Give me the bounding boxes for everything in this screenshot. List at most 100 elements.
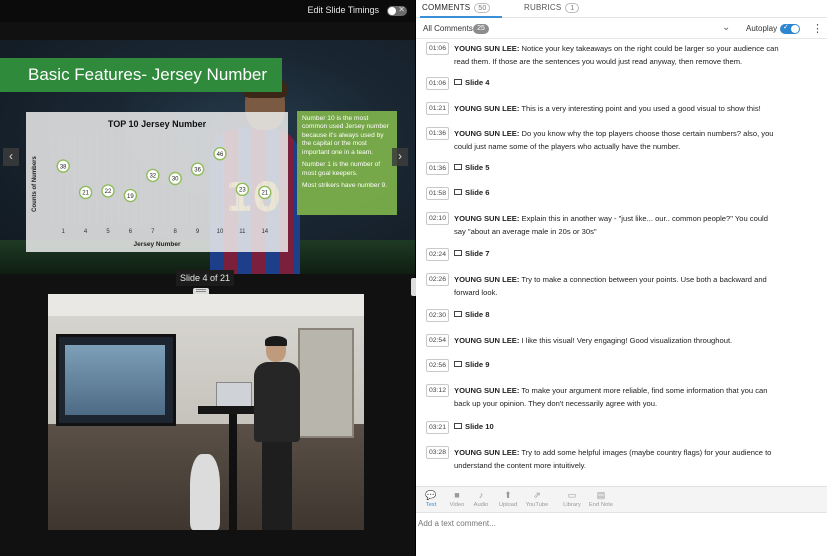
autoplay-toggle[interactable]: ✓	[780, 24, 800, 34]
comment-author: YOUNG SUN LEE:	[454, 104, 520, 113]
jersey-chart-svg: TOP 10 Jersey Number Counts of Numbers Jer…	[32, 119, 277, 248]
presenter-legs	[262, 440, 292, 530]
slide-viewer: 10 Basic Features- Jersey Number TOP 10 …	[0, 40, 415, 274]
slide-marker: Slide 6	[454, 188, 489, 197]
toolbar-end-note-button[interactable]: ▤ End Note	[588, 489, 614, 509]
slide-marker-label: Slide 8	[465, 310, 490, 319]
comment-filter-bar: All Comments 25 ⌄ Autoplay ✓ ⋮	[416, 19, 827, 39]
chart-title: TOP 10 Jersey Number	[108, 119, 207, 129]
timestamp-button[interactable]: 01:36	[426, 127, 449, 140]
toolbar-label: Text	[425, 502, 437, 508]
slide-marker-label: Slide 6	[465, 188, 490, 197]
comment-text: YOUNG SUN LEE: I like this visual! Very …	[454, 335, 779, 348]
comment-text: YOUNG SUN LEE: Try to make a connection …	[454, 274, 779, 299]
slide-marker: Slide 9	[454, 360, 489, 369]
comment-filter-select[interactable]: All Comments	[423, 24, 473, 33]
chart-x-tick: 1	[62, 229, 66, 235]
timestamp-button[interactable]: 02:10	[426, 212, 449, 225]
tab-rubrics[interactable]: RUBRICS 1	[524, 3, 580, 13]
chart-data-label: 23	[239, 188, 246, 194]
slide-marker: Slide 8	[454, 310, 489, 319]
timestamp-button[interactable]: 01:36	[426, 162, 449, 175]
presenter-body	[254, 362, 300, 442]
comment-text: YOUNG SUN LEE: Notice your key takeaways…	[454, 43, 779, 68]
chart-x-tick: 5	[106, 229, 110, 235]
timestamp-button[interactable]: 02:30	[426, 309, 449, 322]
comment-text: YOUNG SUN LEE: Try to add some helpful i…	[454, 447, 779, 472]
autoplay-label: Autoplay	[746, 24, 778, 33]
edit-slide-timings-toggle[interactable]: ✕	[387, 5, 407, 16]
microphone-icon: ♪	[478, 490, 484, 500]
slide-counter: Slide 4 of 21	[176, 270, 234, 286]
comment-author: YOUNG SUN LEE:	[454, 386, 520, 395]
text-comment-input[interactable]	[418, 516, 818, 530]
toolbar-text-button[interactable]: 💬 Text	[418, 489, 444, 509]
timestamp-button[interactable]: 03:21	[426, 421, 449, 434]
chart-x-tick: 9	[196, 229, 200, 235]
timestamp-button[interactable]: 02:26	[426, 273, 449, 286]
slide-marker: Slide 4	[454, 78, 489, 87]
chart-y-label: Counts of Numbers	[32, 156, 38, 212]
next-slide-button[interactable]: ›	[392, 148, 408, 166]
chart-data-label: 21	[261, 191, 268, 197]
toolbar-library-button[interactable]: ▭ Library	[559, 489, 585, 509]
external-link-icon: ⇗	[533, 490, 541, 500]
tab-rubrics-label: RUBRICS	[524, 3, 562, 12]
presentation-icon	[454, 79, 462, 85]
toolbar-youtube-button[interactable]: ⇗ YouTube	[524, 489, 550, 509]
slide-marker: Slide 10	[454, 422, 494, 431]
presentation-icon	[454, 164, 462, 170]
slide-marker-label: Slide 10	[465, 422, 494, 431]
toolbar-video-button[interactable]: ■ Video	[444, 489, 470, 509]
slide-marker-label: Slide 9	[465, 360, 490, 369]
timestamp-button[interactable]: 01:21	[426, 102, 449, 115]
toolbar-audio-button[interactable]: ♪ Audio	[468, 489, 494, 509]
chevron-down-icon[interactable]: ⌄	[722, 22, 730, 33]
active-tab-indicator	[420, 16, 502, 18]
toolbar-label: Audio	[473, 502, 489, 508]
timestamp-button[interactable]: 02:54	[426, 334, 449, 347]
presenter-video[interactable]	[48, 294, 364, 530]
slide-note-line: Number 1 is the number of most goal keep…	[302, 161, 381, 177]
chart-x-tick: 4	[84, 229, 88, 235]
timestamp-button[interactable]: 01:06	[426, 77, 449, 90]
comment-list[interactable]: 01:06 YOUNG SUN LEE: Notice your key take…	[416, 40, 827, 486]
tab-rubrics-count: 1	[565, 3, 580, 13]
chart-data-label: 21	[82, 191, 89, 197]
chart-x-tick: 6	[129, 229, 133, 235]
chart-data-label: 19	[127, 194, 134, 200]
toolbar-upload-button[interactable]: ⬆ Upload	[495, 489, 521, 509]
video-statue	[190, 454, 220, 530]
chart-data-label: 32	[149, 174, 156, 180]
document-icon: ▤	[596, 490, 606, 500]
timestamp-button[interactable]: 01:06	[426, 42, 449, 55]
comment-type-toolbar: 💬 Text ■ Video ♪ Audio ⬆ Upload ⇗ YouTube ▭ Library…	[416, 486, 827, 512]
timestamp-button[interactable]: 02:24	[426, 248, 449, 261]
toolbar-label: End Note	[588, 502, 614, 508]
toolbar-label: Video	[449, 502, 465, 508]
chart-data-label: 38	[60, 164, 67, 170]
slide-marker-label: Slide 4	[465, 78, 490, 87]
timestamp-button[interactable]: 01:58	[426, 187, 449, 200]
slide-timings-bar: Edit Slide Timings ✕	[0, 0, 415, 22]
speech-bubble-icon: 💬	[425, 490, 437, 500]
toolbar-label: YouTube	[525, 502, 549, 508]
slide-marker-label: Slide 5	[465, 163, 490, 172]
timestamp-button[interactable]: 03:12	[426, 384, 449, 397]
chart-x-tick: 7	[151, 229, 155, 235]
comment-author: YOUNG SUN LEE:	[454, 448, 520, 457]
chart-data-label: 22	[105, 189, 112, 195]
comment-input-area	[416, 512, 827, 556]
slide-note-line: Number 10 is the most common used Jersey…	[302, 115, 389, 156]
slide-notes-box: Number 10 is the most common used Jersey…	[297, 111, 397, 215]
comment-body: I like this visual! Very engaging! Good …	[521, 336, 733, 345]
comments-pane: COMMENTS 50 RUBRICS 1 All Comments 25 ⌄ Au…	[416, 0, 827, 556]
timestamp-button[interactable]: 03:28	[426, 446, 449, 459]
tab-comments[interactable]: COMMENTS 50	[422, 3, 491, 13]
previous-slide-button[interactable]: ‹	[3, 148, 19, 166]
chart-data-label: 36	[194, 167, 201, 173]
timestamp-button[interactable]: 02:56	[426, 359, 449, 372]
comment-body: This is a very interesting point and you…	[521, 104, 761, 113]
more-options-icon[interactable]: ⋮	[812, 22, 823, 35]
comment-text: YOUNG SUN LEE: This is a very interestin…	[454, 103, 779, 116]
